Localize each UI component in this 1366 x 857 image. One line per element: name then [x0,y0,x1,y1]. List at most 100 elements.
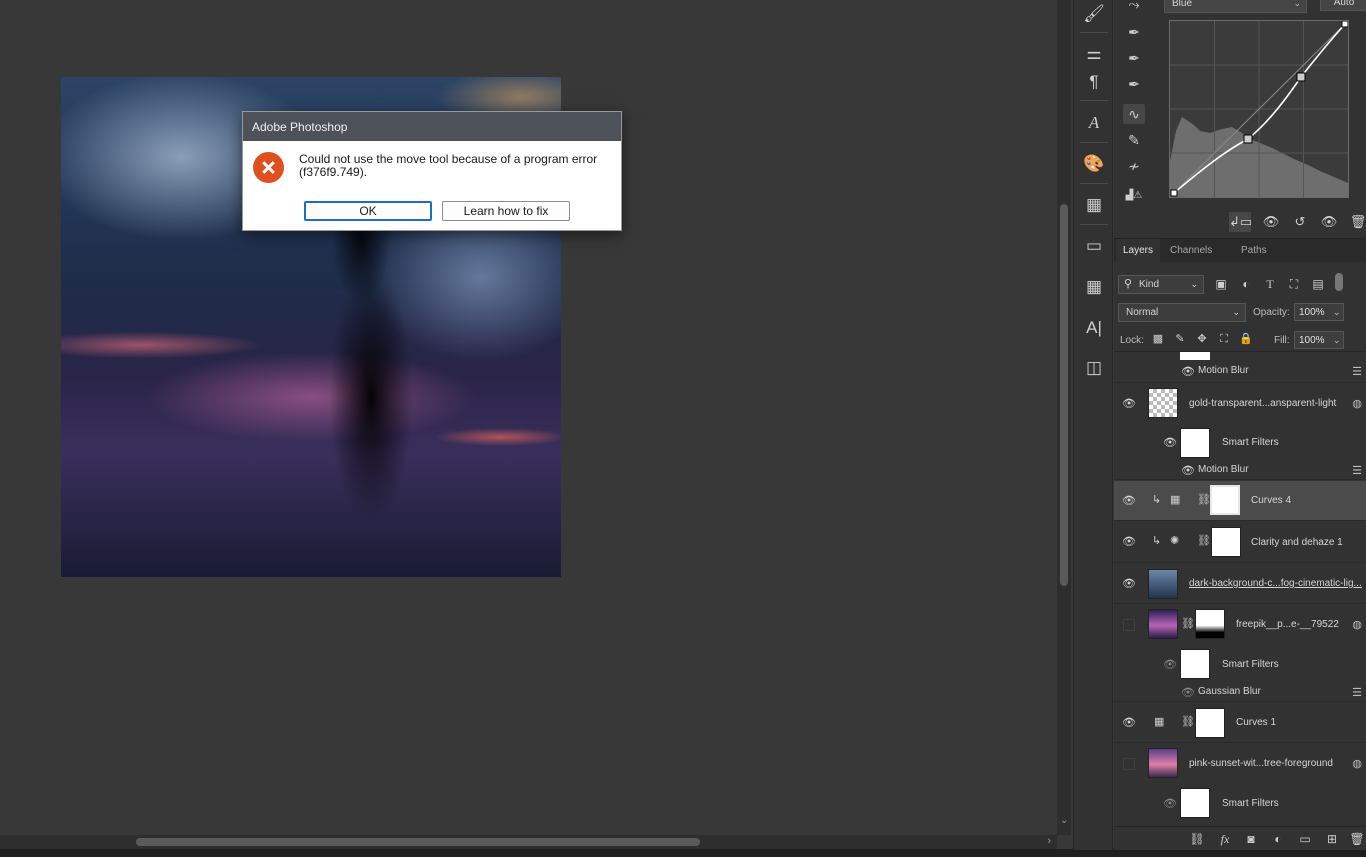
eye-icon[interactable]: 👁 [1122,496,1136,507]
eye-icon[interactable]: 👁 [1163,799,1177,810]
link-icon[interactable]: ⛓ [1197,493,1211,506]
scroll-down-icon[interactable]: ⌄ [1060,815,1068,826]
pencil-icon[interactable]: ✎ [1123,130,1145,150]
chevron-down-icon[interactable]: ⌄ [1333,307,1341,318]
eye-icon[interactable]: 👁 [1181,466,1195,477]
trash-icon[interactable]: 🗑 [1347,212,1366,232]
error-dialog: Adobe Photoshop Could not use the move t… [242,111,622,231]
gradient-icon[interactable]: ▭ [1083,235,1105,257]
kind-filter-select[interactable]: ⚲ Kind ⌄ [1118,275,1204,294]
character-icon[interactable]: A| [1083,317,1105,339]
filter-options-icon[interactable]: ☰ [1352,464,1362,477]
link-icon[interactable]: ⛓ [1197,534,1211,547]
pixel-filter-icon[interactable]: ▣ [1212,275,1230,293]
clipping-warning-icon[interactable]: ▟⚠ [1123,186,1145,206]
layer-name: Curves 1 [1236,717,1277,728]
layer-thumbnail [1148,748,1178,778]
learn-how-to-fix-button[interactable]: Learn how to fix [442,201,570,221]
link-icon[interactable]: ⛓ [1181,617,1195,630]
layer-row[interactable]: 👁 ↳ ✺ ⛓ Clarity and dehaze 1 [1114,522,1366,563]
filter-options-icon[interactable]: ☰ [1352,365,1362,378]
new-adjustment-icon[interactable]: ◐ [1268,830,1288,848]
eye-icon[interactable]: 👁 [1122,579,1136,590]
vertical-scroll-thumb[interactable] [1060,204,1068,586]
curves-graph[interactable] [1169,20,1349,198]
smart-object-filter-icon[interactable]: ▤ [1309,275,1327,293]
auto-button[interactable]: Auto [1320,0,1366,11]
eye-icon[interactable]: 👁 [1122,537,1136,548]
divider [1080,224,1108,225]
new-group-icon[interactable]: ▭ [1295,830,1315,848]
scroll-right-icon[interactable]: › [1047,835,1051,847]
shape-filter-icon[interactable]: ⛶ [1285,275,1303,293]
link-icon[interactable]: ⛓ [1181,715,1195,728]
eye-icon[interactable]: 👁 [1122,399,1136,410]
curve-point[interactable] [1296,72,1306,82]
lock-image-icon[interactable]: ✎ [1172,331,1188,347]
filter-options-icon[interactable]: ☰ [1352,686,1362,699]
timeline-icon[interactable]: ▦ [1083,194,1105,216]
adjustments-icon[interactable]: ⚌ [1083,43,1105,65]
view-previous-icon[interactable]: 👁 [1260,212,1282,232]
eye-icon[interactable]: 👁 [1163,438,1177,449]
curve-point[interactable] [1170,189,1178,197]
layer-row[interactable]: pink-sunset-wit...tree-foreground ◍ 👁 Sm… [1114,744,1366,825]
fx-icon[interactable]: fx [1215,830,1235,848]
tab-layers[interactable]: Layers [1116,239,1161,263]
type-filter-icon[interactable]: T [1261,275,1279,293]
filter-toggle[interactable] [1335,273,1343,291]
new-layer-icon[interactable]: ⊞ [1322,830,1342,848]
table-icon[interactable]: ▦ [1083,276,1105,298]
horizontal-scroll-thumb[interactable] [136,838,700,846]
lock-position-icon[interactable]: ✥ [1194,331,1210,347]
eye-icon[interactable]: 👁 [1122,718,1136,729]
curve-edit-icon[interactable]: ∿ [1123,104,1145,124]
add-mask-icon[interactable]: ◙ [1241,830,1261,848]
eyedropper-gray-icon[interactable]: ✒ [1123,48,1145,68]
delete-layer-icon[interactable]: 🗑 [1347,830,1366,848]
reset-icon[interactable]: ↺ [1289,212,1311,232]
vertical-scrollbar[interactable]: ⌄ [1057,0,1071,835]
eye-icon[interactable]: 👁 [1181,367,1195,378]
curves-chart[interactable] [1170,21,1348,197]
lock-artboard-icon[interactable]: ⛶ [1216,331,1232,347]
libraries-icon[interactable]: ◫ [1083,357,1105,379]
link-layers-icon[interactable]: ⛓ [1187,830,1207,848]
horizontal-scrollbar[interactable]: › [0,835,1057,849]
layer-row[interactable]: 👁 Motion Blur ☰ [1114,352,1366,383]
lock-transparent-icon[interactable]: ▩ [1150,331,1166,347]
chevron-down-icon[interactable]: ⌄ [1333,335,1341,346]
smart-filters-label: Smart Filters [1222,437,1279,448]
visibility-toggle[interactable] [1123,758,1135,770]
layer-row[interactable]: 👁 dark-background-c...fog-cinematic-lig.… [1114,564,1366,604]
visibility-icon[interactable]: 👁 [1318,212,1340,232]
eyedropper-white-icon[interactable]: ✒ [1123,74,1145,94]
lock-all-icon[interactable]: 🔒 [1238,331,1254,347]
layer-row[interactable]: 👁 gold-transparent...ansparent-light ◍ 👁… [1114,383,1366,480]
channel-select[interactable]: Blue ⌄ [1164,0,1307,13]
swatches-icon[interactable]: 🎨 [1083,153,1105,175]
target-adjust-icon[interactable]: ⤳ [1123,0,1145,14]
layer-row[interactable]: 👁 ▦ ⛓ Curves 1 [1114,703,1366,743]
curve-point[interactable] [1341,21,1348,28]
tab-paths[interactable]: Paths [1234,239,1274,263]
glyphs-icon[interactable]: A [1083,112,1105,134]
search-icon: ⚲ [1124,278,1133,290]
dialog-message: Could not use the move tool because of a… [299,152,598,179]
tab-channels[interactable]: Channels [1163,239,1219,263]
paragraph-icon[interactable]: ¶ [1083,71,1105,93]
layer-row[interactable]: 👁 ↳ ▦ ⛓ Curves 4 [1114,481,1366,521]
layer-row[interactable]: ⛓ freepik__p...e-__79522 ◍ 👁 Smart Filte… [1114,605,1366,702]
eye-icon[interactable]: 👁 [1163,660,1177,671]
eye-icon[interactable]: 👁 [1181,688,1195,699]
adjustment-filter-icon[interactable]: ◐ [1237,275,1255,293]
eyedropper-black-icon[interactable]: ✒ [1123,22,1145,42]
smooth-icon[interactable]: ≁ [1123,156,1145,176]
clip-to-layer-icon[interactable]: ↲▭ [1229,212,1252,232]
brush-icon[interactable]: 🖌 [1083,3,1105,25]
curve-point[interactable] [1243,134,1253,144]
blend-mode-select[interactable]: Normal ⌄ [1118,303,1246,322]
layers-list[interactable]: 👁 Motion Blur ☰ 👁 gold-transparent...ans… [1114,351,1366,825]
visibility-toggle[interactable] [1123,619,1135,631]
ok-button[interactable]: OK [304,201,432,221]
